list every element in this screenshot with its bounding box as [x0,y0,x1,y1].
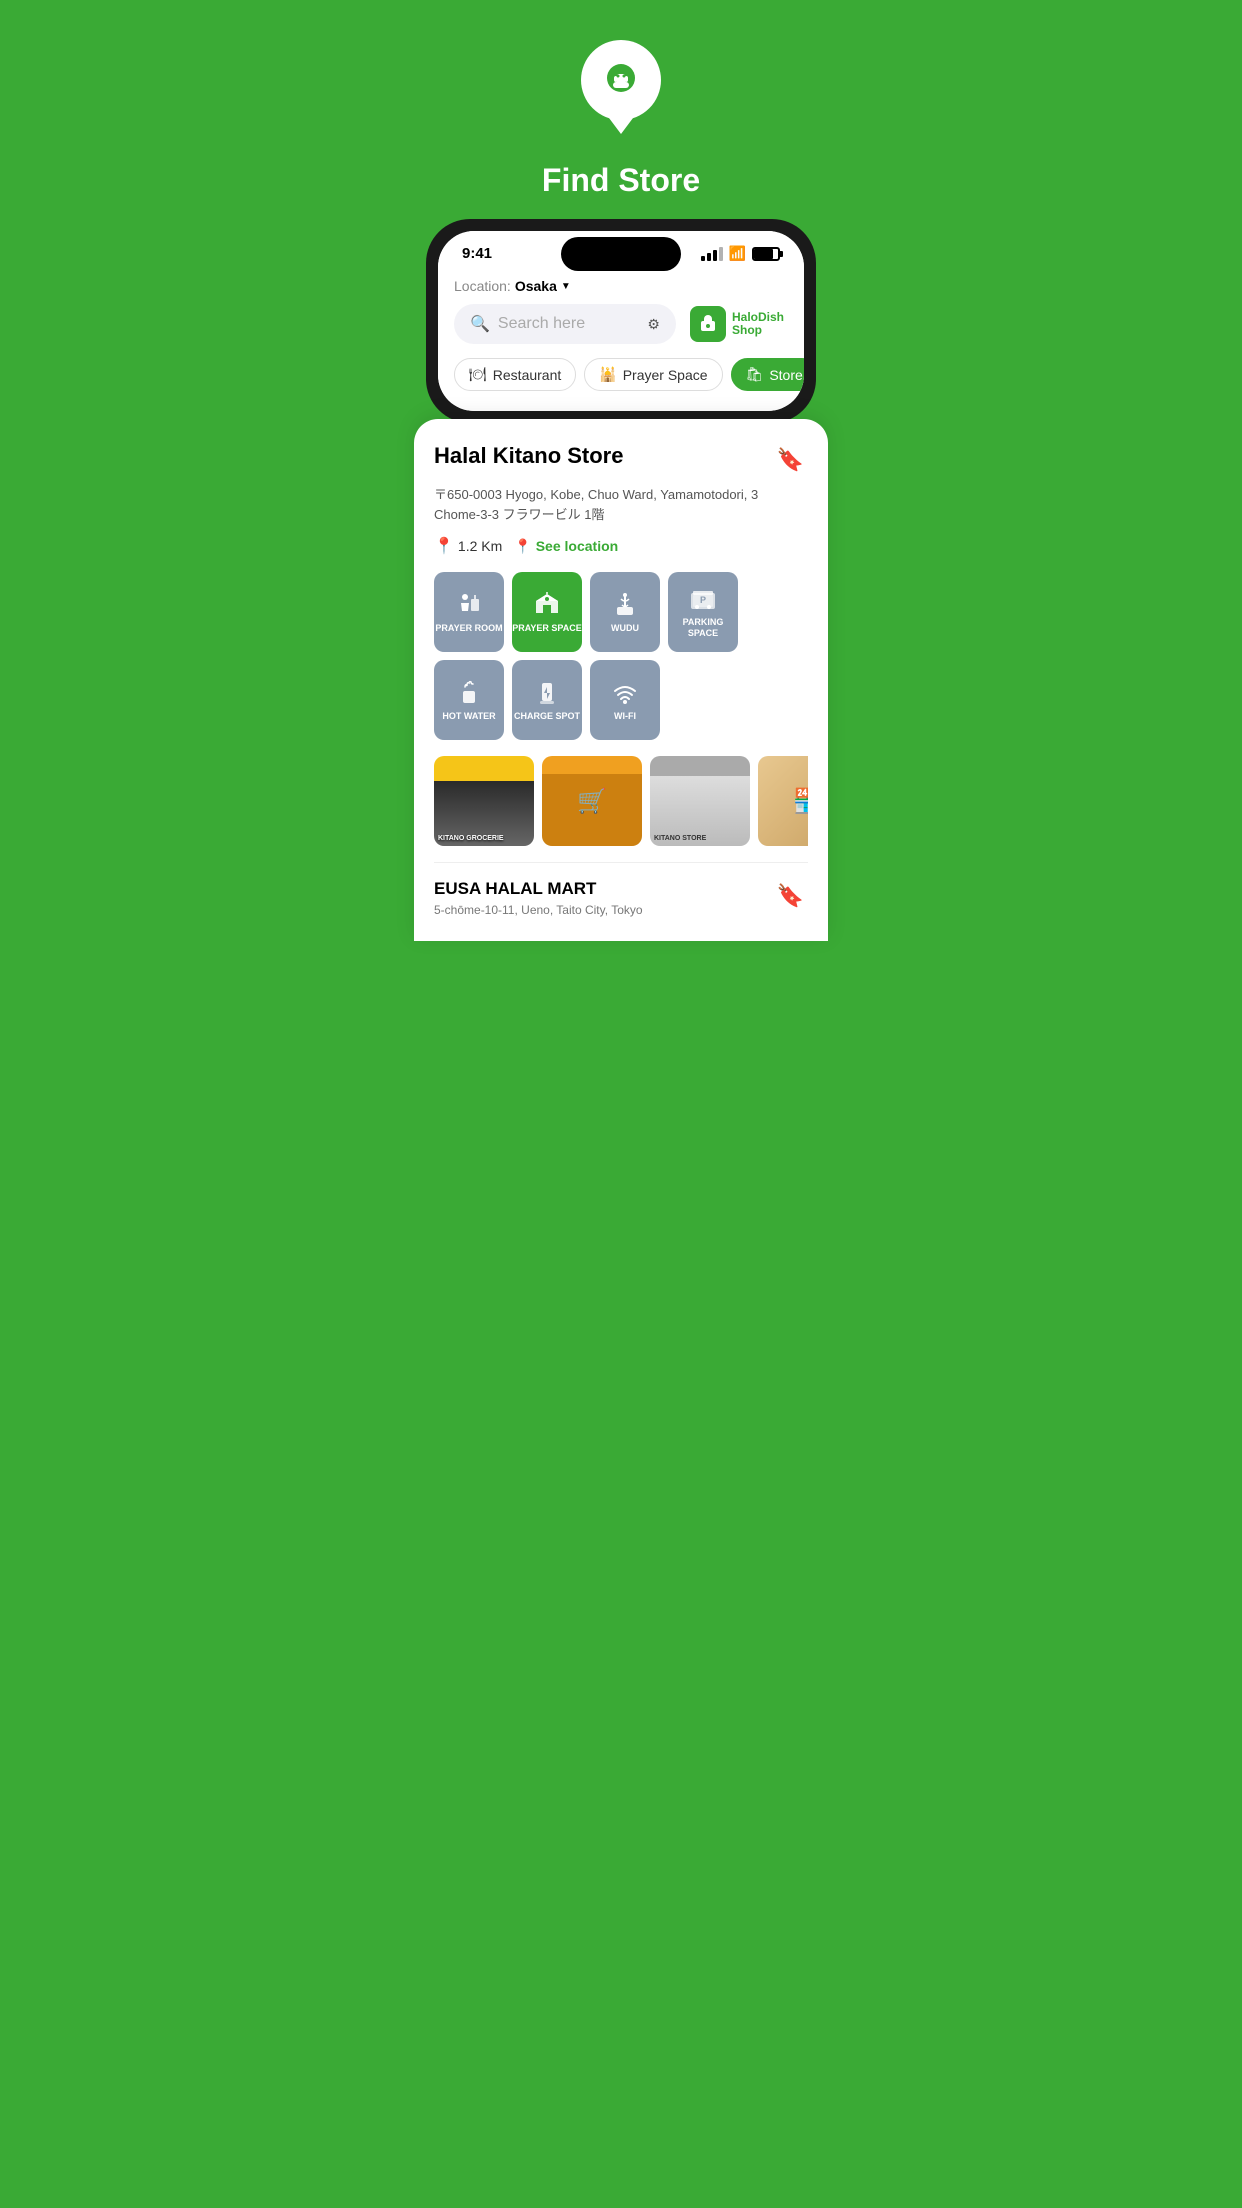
location-label: Location: [454,278,511,294]
dynamic-island [561,237,681,271]
search-icon: 🔍 [470,314,490,334]
charge-spot-icon [533,679,561,707]
svg-text:P: P [700,595,706,605]
hot-water-label: HOT WATER [442,711,495,722]
second-store-address: 5-chōme-10-11, Ueno, Taito City, Tokyo [434,903,643,917]
logo-icon [597,56,645,104]
second-store-bookmark[interactable]: 🔖 [773,879,808,913]
logo-arrow [609,118,633,134]
amenity-prayer-room[interactable]: PRAYER ROOM [434,572,504,652]
see-location-button[interactable]: 📍 See location [514,538,618,555]
chevron-down-icon[interactable]: ▼ [561,281,571,292]
charge-spot-label: CHARGE SPOT [514,711,580,722]
store-header: Halal Kitano Store 🔖 [434,443,808,477]
status-icons: 📶 [701,245,780,262]
green-header: Find Store [414,0,828,219]
store-address: 〒650-0003 Hyogo, Kobe, Chuo Ward, Yamamo… [434,485,808,524]
filter-icon[interactable]: ⚙ [647,316,660,333]
halodish-icon [690,306,726,342]
amenity-hot-water[interactable]: HOT WATER [434,660,504,740]
logo-circle [581,40,661,120]
battery-icon [752,247,780,261]
tab-restaurant[interactable]: 🍽 Restaurant [454,358,576,391]
wifi-amenity-icon [611,679,639,707]
bookmark-button[interactable]: 🔖 [773,443,808,477]
wudu-label: WUDU [611,623,639,634]
search-row: 🔍 Search here ⚙ Hal [454,302,788,346]
amenities-grid: PRAYER ROOM PRAYER SPACE [434,572,808,740]
store-name: Halal Kitano Store [434,443,773,469]
prayer-room-icon [455,591,483,619]
second-store-row: EUSA HALAL MART 5-chōme-10-11, Ueno, Tai… [434,862,808,917]
store-icon: 🛍 [746,366,764,383]
signal-icon [701,247,723,261]
wifi-status-icon: 📶 [729,245,746,262]
phone-screen: 9:41 📶 Location: Osaka ▼ [438,231,804,411]
amenity-charge-spot[interactable]: CHARGE SPOT [512,660,582,740]
photo-3[interactable]: KITANO STORE [650,756,750,846]
logo-pin [581,40,661,134]
amenity-parking[interactable]: P PARKING SPACE [668,572,738,652]
phone-mockup: 9:41 📶 Location: Osaka ▼ [426,219,816,423]
parking-icon: P [689,585,717,613]
store-detail-card: Halal Kitano Store 🔖 〒650-0003 Hyogo, Ko… [414,419,828,941]
prayer-space-icon [533,591,561,619]
photo-4[interactable]: 🏪 [758,756,808,846]
location-bar: Location: Osaka ▼ [454,270,788,302]
parking-label: PARKING SPACE [668,617,738,639]
category-tabs: 🍽 Restaurant 🕌 Prayer Space 🛍 Store [454,358,788,399]
distance-text: 📍 1.2 Km [434,536,502,556]
photos-row: KITANO GROCERIE 🛒 KITANO STORE 🏪 [434,756,808,846]
distance-icon: 📍 [434,536,454,556]
store-distance-row: 📍 1.2 Km 📍 See location [434,536,808,556]
app-content: Location: Osaka ▼ 🔍 Search here ⚙ [438,270,804,411]
wifi-label: WI-FI [614,711,636,722]
wudu-icon [611,591,639,619]
tab-prayer-space[interactable]: 🕌 Prayer Space [584,358,722,391]
prayer-space-icon: 🕌 [599,366,616,383]
app-container: Find Store 9:41 📶 [414,0,828,941]
halodish-shop-button[interactable]: HaloDish Shop [686,302,788,346]
location-pin-icon: 📍 [514,538,531,555]
second-store-name: EUSA HALAL MART [434,879,643,899]
prayer-room-label: PRAYER ROOM [435,623,502,634]
amenity-prayer-space[interactable]: PRAYER SPACE [512,572,582,652]
search-box[interactable]: 🔍 Search here ⚙ [454,304,676,344]
halodish-text: HaloDish Shop [732,311,784,337]
page-title: Find Store [542,162,700,199]
tab-store[interactable]: 🛍 Store [731,358,804,391]
restaurant-icon: 🍽 [469,366,487,383]
photo-2[interactable]: 🛒 [542,756,642,846]
photo-1[interactable]: KITANO GROCERIE [434,756,534,846]
second-store-info: EUSA HALAL MART 5-chōme-10-11, Ueno, Tai… [434,879,643,917]
status-time: 9:41 [462,245,492,262]
prayer-space-label: PRAYER SPACE [512,623,582,634]
location-city: Osaka [515,278,557,294]
amenity-wudu[interactable]: WUDU [590,572,660,652]
search-placeholder: Search here [498,315,640,333]
amenity-wifi[interactable]: WI-FI [590,660,660,740]
hot-water-icon [455,679,483,707]
